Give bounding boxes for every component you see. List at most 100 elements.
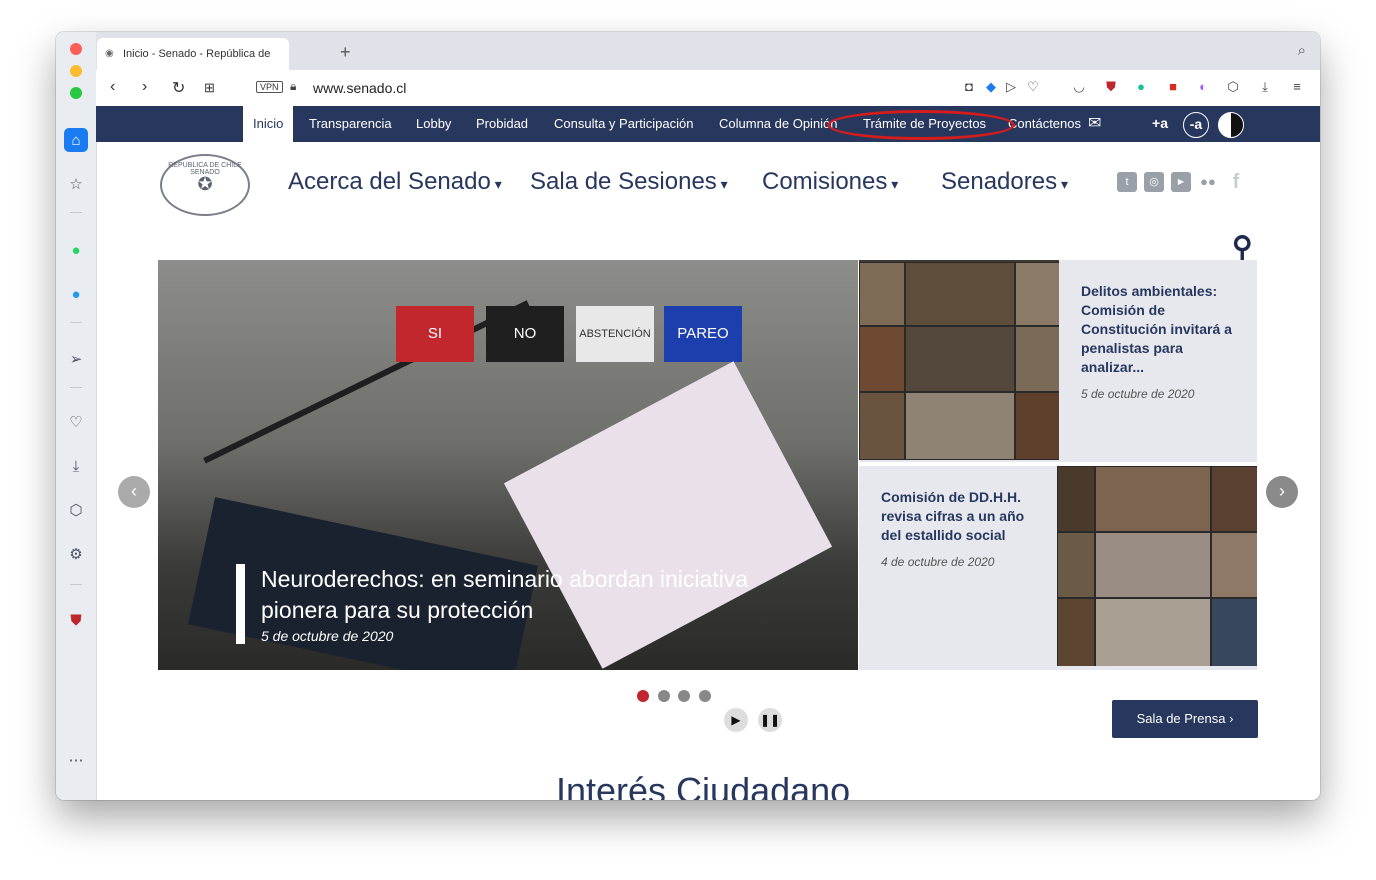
reload-icon[interactable]: ↻: [172, 78, 185, 98]
whatsapp-icon[interactable]: ●: [64, 238, 88, 262]
home-icon[interactable]: ⌂: [64, 128, 88, 152]
mainnav-senadores[interactable]: Senadores ▾: [941, 168, 1068, 196]
twitter-icon[interactable]: ●: [64, 282, 88, 306]
nav-contactenos[interactable]: Contáctenos: [1008, 106, 1081, 142]
vote-abstencion: ABSTENCIÓN: [576, 306, 654, 362]
caret-down-icon: ▾: [887, 176, 899, 192]
coat-of-arms-icon: ✪: [197, 174, 213, 194]
vote-no: NO: [486, 306, 564, 362]
font-larger-button[interactable]: +a: [1148, 112, 1172, 136]
tab-title: Inicio - Senado - República de: [123, 48, 271, 60]
hero-title[interactable]: Neuroderechos: en seminario abordan inic…: [261, 564, 821, 626]
nav-columna-opinion[interactable]: Columna de Opinión: [719, 106, 838, 142]
search-tabs-icon[interactable]: ⌕: [1298, 42, 1306, 59]
caret-down-icon: ▾: [716, 176, 728, 192]
nav-consulta-participacion[interactable]: Consulta y Participación: [554, 106, 693, 142]
slider-dot-active[interactable]: [637, 690, 649, 702]
senado-favicon-icon: ◉: [105, 48, 114, 59]
sala-prensa-label: Sala de Prensa: [1136, 711, 1226, 726]
slider-dot[interactable]: [658, 690, 670, 702]
maximize-window-button[interactable]: [70, 87, 82, 99]
close-window-button[interactable]: [70, 43, 82, 55]
download-icon[interactable]: ⤓: [1256, 79, 1274, 95]
slider-dot[interactable]: [678, 690, 690, 702]
forward-icon[interactable]: ›: [142, 78, 147, 96]
instagram-icon[interactable]: ◎: [1144, 172, 1164, 192]
nav-inicio[interactable]: Inicio: [243, 106, 294, 142]
ublock-icon[interactable]: ⛊: [64, 608, 88, 632]
font-smaller-button[interactable]: -a: [1183, 112, 1209, 138]
hero-caption: Neuroderechos: en seminario abordan inic…: [236, 564, 821, 644]
sidebar-divider: [70, 387, 82, 388]
hero-date: 5 de octubre de 2020: [261, 628, 394, 644]
flickr-icon[interactable]: ●●: [1198, 172, 1218, 192]
side-news-card[interactable]: Comisión de DD.H.H. revisa cifras a un a…: [859, 466, 1257, 670]
more-icon[interactable]: ⋯: [64, 748, 88, 772]
settings-icon[interactable]: ⚙: [64, 542, 88, 566]
mainnav-sala-sesiones[interactable]: Sala de Sesiones ▾: [530, 168, 728, 196]
play-icon[interactable]: ▶: [724, 708, 748, 732]
minimize-window-button[interactable]: [70, 65, 82, 77]
hero-slide[interactable]: SI NO ABSTENCIÓN PAREO Neuroderechos: en…: [158, 260, 858, 670]
lock-icon[interactable]: 🔒︎: [290, 79, 296, 94]
url-field[interactable]: www.senado.cl: [313, 80, 406, 96]
pocket-icon[interactable]: ◡: [1070, 79, 1088, 95]
menu-icon[interactable]: ≡: [1288, 79, 1306, 94]
extension-icon[interactable]: ◐: [1194, 79, 1212, 94]
twitter-icon[interactable]: t: [1117, 172, 1137, 192]
caret-down-icon: ▾: [1057, 176, 1069, 192]
slider-next-button[interactable]: ›: [1266, 476, 1298, 508]
side-news-date: 4 de octubre de 2020: [881, 555, 995, 569]
mainnav-sala-label: Sala de Sesiones: [530, 168, 717, 195]
microphone-image: [203, 300, 530, 464]
slider-dot[interactable]: [699, 690, 711, 702]
download-icon[interactable]: ⤓: [64, 454, 88, 478]
contrast-icon[interactable]: [1218, 112, 1244, 138]
annotation-highlight-ellipse: [827, 110, 1015, 140]
top-navigation: Inicio Transparencia Lobby Probidad Cons…: [96, 106, 1320, 142]
grammarly-icon[interactable]: ●: [1132, 79, 1150, 94]
youtube-icon[interactable]: ▶: [1171, 172, 1191, 192]
mainnav-senadores-label: Senadores: [941, 168, 1058, 195]
vote-pareo: PAREO: [664, 306, 742, 362]
section-title: Interés Ciudadano: [556, 770, 851, 800]
side-news-text: Delitos ambientales: Comisión de Constit…: [1081, 282, 1241, 404]
mainnav-comisiones[interactable]: Comisiones ▾: [762, 168, 898, 196]
nav-lobby[interactable]: Lobby: [416, 106, 451, 142]
grid-icon[interactable]: ⊞: [204, 80, 215, 96]
cube-icon[interactable]: ⬡: [64, 498, 88, 522]
send-icon[interactable]: ▷: [1002, 79, 1020, 95]
back-icon[interactable]: ‹: [110, 78, 115, 96]
facebook-icon[interactable]: f: [1226, 172, 1246, 192]
mainnav-acerca[interactable]: Acerca del Senado ▾: [288, 168, 502, 196]
extension-icon[interactable]: ■: [1164, 79, 1182, 94]
address-bar: ‹ › ↻ ⊞ VPN 🔒︎ www.senado.cl ◘ ◆ ▷ ♡ ◡ ⛊…: [96, 70, 1320, 107]
side-news-card[interactable]: Delitos ambientales: Comisión de Constit…: [859, 260, 1257, 462]
sala-prensa-button[interactable]: Sala de Prensa ›: [1112, 700, 1258, 738]
send-icon[interactable]: ➢: [64, 347, 88, 371]
nav-transparencia[interactable]: Transparencia: [309, 106, 392, 142]
chevron-right-icon: ›: [1229, 711, 1234, 726]
cube-icon[interactable]: ⬡: [1224, 79, 1242, 95]
videocall-image: [859, 260, 1059, 460]
nav-probidad[interactable]: Probidad: [476, 106, 528, 142]
vpn-badge[interactable]: VPN: [256, 81, 283, 93]
pause-icon[interactable]: ❚❚: [758, 708, 782, 732]
search-icon[interactable]: ⚲: [1232, 230, 1253, 263]
videocall-image: [1057, 466, 1257, 666]
sidebar-divider: [70, 584, 82, 585]
slider-prev-button[interactable]: ‹: [118, 476, 150, 508]
side-news-title[interactable]: Delitos ambientales: Comisión de Constit…: [1081, 282, 1241, 377]
heart-icon[interactable]: ♡: [64, 410, 88, 434]
star-icon[interactable]: ☆: [64, 172, 88, 196]
tab-senado[interactable]: ◉ Inicio - Senado - República de: [97, 38, 289, 70]
browser-sidebar: ⌂ ☆ ● ● ➢ ♡ ⤓ ⬡ ⚙ ⛊ ⋯: [56, 32, 97, 800]
shield-check-icon[interactable]: ◆: [982, 79, 1000, 95]
senado-logo[interactable]: REPUBLICA DE CHILE SENADO ✪: [160, 154, 250, 216]
ublock-icon[interactable]: ⛊: [1102, 79, 1120, 95]
new-tab-button[interactable]: +: [340, 42, 351, 63]
mail-icon[interactable]: ✉: [1088, 106, 1101, 142]
side-news-title[interactable]: Comisión de DD.H.H. revisa cifras a un a…: [881, 488, 1041, 545]
camera-icon[interactable]: ◘: [960, 79, 978, 94]
heart-icon[interactable]: ♡: [1024, 79, 1042, 95]
